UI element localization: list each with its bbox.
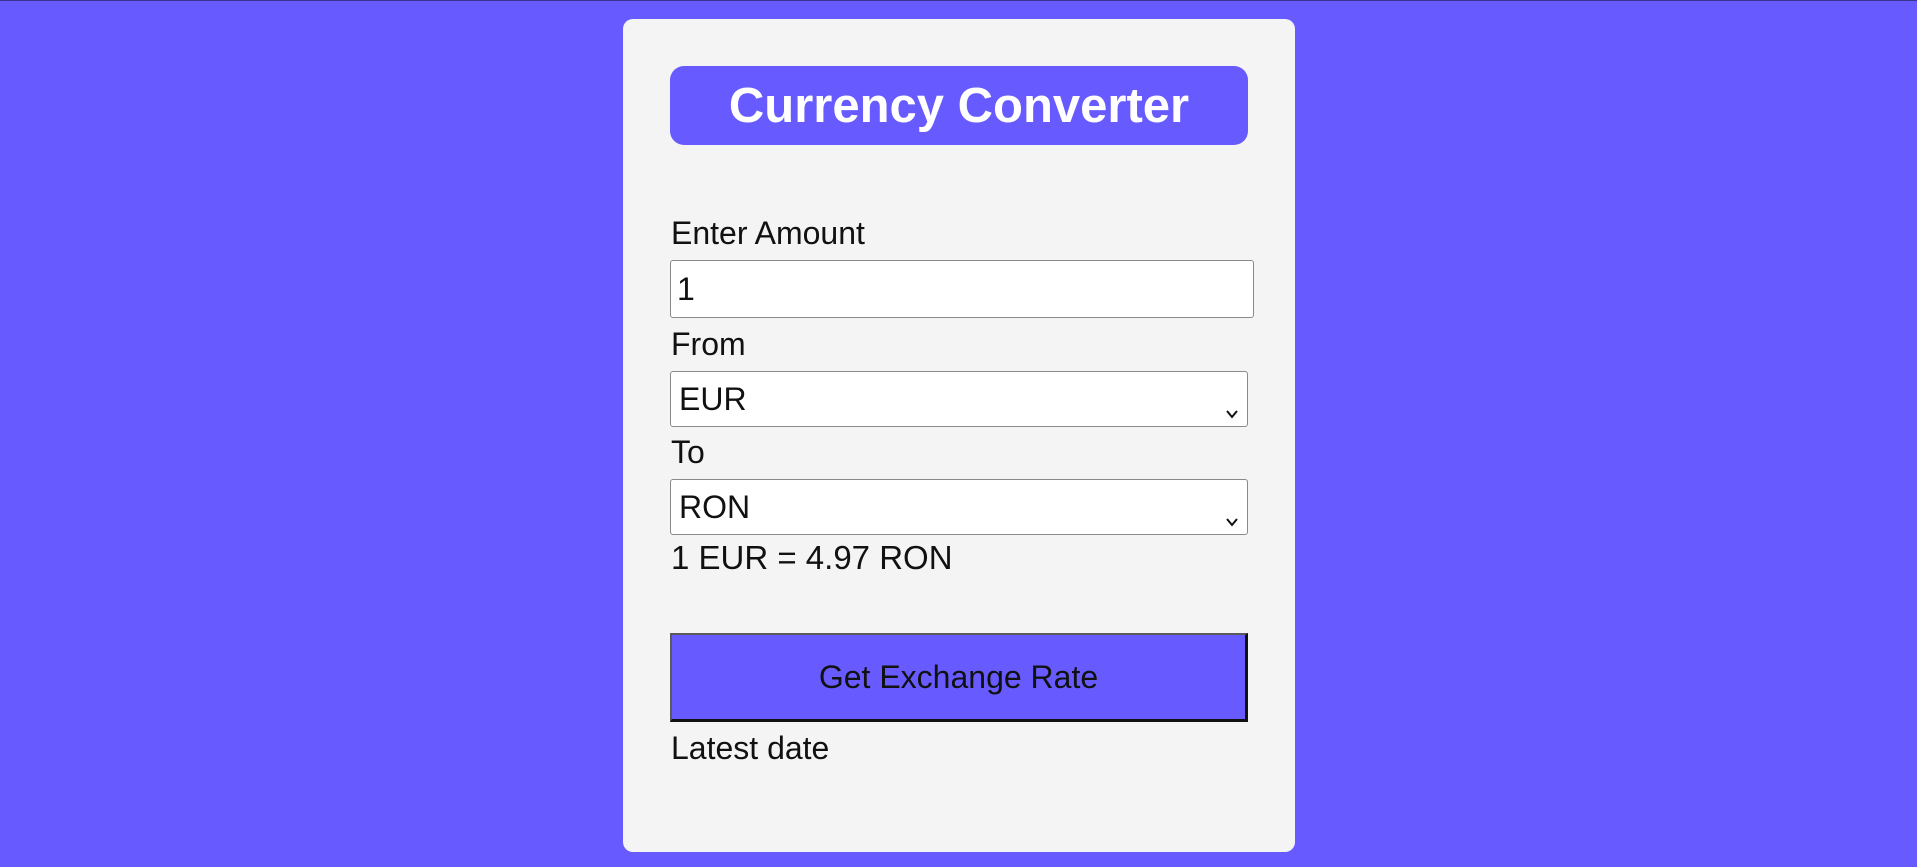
exchange-rate-result: 1 EUR = 4.97 RON	[671, 539, 953, 576]
converter-card: Currency Converter Enter Amount From EUR…	[623, 19, 1295, 852]
get-exchange-rate-button[interactable]: Get Exchange Rate	[670, 633, 1248, 722]
to-label: To	[671, 434, 705, 470]
amount-input[interactable]	[670, 260, 1254, 318]
app-title-banner: Currency Converter	[670, 66, 1248, 145]
from-label: From	[671, 326, 746, 362]
get-exchange-rate-label: Get Exchange Rate	[818, 658, 1099, 695]
chevron-down-icon	[1225, 392, 1239, 419]
chevron-down-icon	[1225, 500, 1239, 527]
from-currency-select[interactable]: EUR	[670, 371, 1248, 427]
amount-label: Enter Amount	[671, 215, 865, 251]
to-currency-value: RON	[679, 488, 751, 525]
from-currency-value: EUR	[679, 380, 747, 417]
to-currency-select[interactable]: RON	[670, 479, 1248, 535]
latest-date-text: Latest date	[671, 730, 830, 766]
app-title: Currency Converter	[728, 78, 1190, 133]
